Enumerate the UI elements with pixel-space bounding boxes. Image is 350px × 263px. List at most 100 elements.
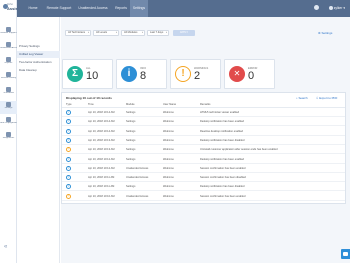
table-row[interactable]: i Apr 10, 2018 10:14 AM Settings Welcome Des… bbox=[62, 118, 345, 127]
cell-user: Welcome bbox=[163, 148, 174, 152]
cell-time: Apr 10, 2018 10:11 AM bbox=[88, 176, 115, 180]
summary-card-all[interactable]: Σ ALL 10 bbox=[62, 59, 113, 89]
tab-remote-support[interactable]: Remote Support bbox=[44, 0, 74, 17]
rail-item-integrations[interactable]: Integrations bbox=[0, 131, 17, 144]
cell-module: Settings bbox=[126, 138, 136, 142]
rail-item-label: Reports bbox=[4, 62, 13, 64]
table-row[interactable]: i Apr 10, 2018 10:11 AM Unattended Access W… bbox=[62, 174, 345, 183]
log-settings-link[interactable]: ⚙ Settings bbox=[318, 31, 332, 35]
chat-support-button[interactable] bbox=[341, 249, 350, 259]
technician-filter[interactable]: All Technicians ▾ bbox=[65, 30, 91, 36]
info-icon: i bbox=[66, 137, 71, 143]
cell-time: Apr 10, 2018 10:14 AM bbox=[88, 120, 115, 124]
user-menu[interactable]: zylker▾ bbox=[328, 6, 345, 11]
table-row[interactable]: ! Apr 10, 2018 10:13 AM Settings Welcome Uni… bbox=[62, 146, 345, 155]
rail-item-label: Settings bbox=[4, 107, 13, 109]
tab-unattended-access[interactable]: Unattended Access bbox=[75, 0, 111, 17]
cell-remark: Desktop notification has been enabled bbox=[200, 157, 244, 161]
rail-item-remote-support[interactable]: Remote Support bbox=[0, 26, 17, 39]
top-navigation: Home Remote Support Unattended Access Re… bbox=[17, 0, 350, 17]
chevron-down-icon: ▾ bbox=[165, 32, 167, 34]
level-filter[interactable]: All Levels ▾ bbox=[93, 30, 119, 36]
column-header-remarks[interactable]: Remarks bbox=[200, 102, 210, 108]
search-label: Search bbox=[298, 96, 308, 100]
summary-card-info[interactable]: i INFO 8 bbox=[116, 59, 167, 89]
cell-time: Apr 10, 2018 10:12 AM bbox=[88, 166, 115, 170]
table-row[interactable]: i Apr 10, 2018 10:11 AM Settings Welcome Des… bbox=[62, 183, 345, 192]
column-header-user-name[interactable]: User Name bbox=[163, 102, 176, 108]
filter-value: All Technicians bbox=[68, 31, 86, 34]
cell-user: Welcome bbox=[163, 120, 174, 124]
user-name: zylker bbox=[333, 6, 343, 10]
tab-home[interactable]: Home bbox=[22, 0, 44, 17]
chat-bubble-icon bbox=[343, 252, 348, 256]
help-icon[interactable] bbox=[314, 5, 319, 10]
column-header-module[interactable]: Module bbox=[126, 102, 135, 108]
table-row[interactable]: i Apr 10, 2018 10:14 AM Settings Welcome Rea… bbox=[62, 128, 345, 136]
warning-icon: ! bbox=[66, 147, 71, 153]
card-value: 10 bbox=[86, 70, 99, 82]
info-icon: i bbox=[66, 110, 71, 115]
cell-module: Settings bbox=[126, 157, 136, 161]
filter-value: All Modules bbox=[124, 31, 138, 34]
table-row[interactable]: i Apr 10, 2018 10:12 AM Settings Welcome Des… bbox=[62, 156, 345, 164]
rail-item-label: Integrations bbox=[2, 137, 15, 139]
cell-time: Apr 10, 2018 10:14 AM bbox=[88, 129, 115, 133]
subnav-item-unified-log-viewer[interactable]: Unified Log Viewer bbox=[17, 51, 60, 58]
cell-user: Welcome bbox=[163, 166, 174, 170]
subnav-item-privacy-settings[interactable]: Privacy Settings bbox=[17, 43, 60, 50]
rail-item-bulk-deployment[interactable]: Bulk Deployment bbox=[0, 116, 17, 129]
subnav-item-data-cleanup[interactable]: Data Cleanup bbox=[17, 67, 60, 74]
subnav-item-two-factor-authentication[interactable]: Two-factor Authentication bbox=[17, 59, 60, 66]
cell-module: Settings bbox=[126, 120, 136, 124]
cell-remark: Desktop notification has been disabled bbox=[200, 138, 245, 142]
cell-module: Settings bbox=[126, 185, 136, 189]
cell-module: Unattended Access bbox=[126, 176, 149, 180]
rail-item-reports[interactable]: Reports bbox=[0, 56, 17, 69]
log-table: Displaying 10 out of 10 records ⌕ Search… bbox=[61, 92, 346, 204]
cell-user: Welcome bbox=[163, 185, 174, 189]
export-label: Export to PDF bbox=[319, 96, 338, 100]
info-icon: i bbox=[66, 165, 71, 171]
settings-subnav: Privacy Settings Unified Log Viewer Two-… bbox=[17, 17, 60, 263]
column-header-type[interactable]: Type bbox=[66, 102, 72, 108]
search-button[interactable]: ⌕ Search bbox=[296, 96, 308, 100]
cell-time: Apr 10, 2018 10:10 AM bbox=[88, 194, 115, 198]
table-row[interactable]: i Apr 10, 2018 10:13 AM Settings Welcome Des… bbox=[62, 137, 345, 145]
avatar bbox=[328, 6, 333, 11]
rail-item-unattended-access[interactable]: Unattended Access bbox=[0, 41, 17, 54]
rail-item-settings[interactable]: Settings bbox=[0, 101, 17, 114]
cell-user: Welcome bbox=[163, 176, 174, 180]
tab-reports[interactable]: Reports bbox=[113, 0, 129, 17]
error-icon: ✕ bbox=[229, 66, 245, 82]
table-row[interactable]: i Apr 10, 2018 10:14 AM Settings Welcome HTM… bbox=[62, 109, 345, 117]
summary-card-error[interactable]: ✕ ERROR 0 bbox=[224, 59, 275, 89]
card-value: 8 bbox=[140, 70, 147, 82]
cell-module: Unattended Access bbox=[126, 166, 149, 170]
cell-time: Apr 10, 2018 10:11 AM bbox=[88, 185, 115, 189]
record-count: Displaying 10 out of 10 records bbox=[66, 96, 112, 100]
cell-remark: Desktop notification has been disabled bbox=[200, 185, 245, 189]
table-row[interactable]: ! Apr 10, 2018 10:10 AM Unattended Access W… bbox=[62, 193, 345, 201]
rail-item-session-history[interactable]: Session History bbox=[0, 71, 17, 84]
chevron-down-icon: ▾ bbox=[343, 6, 345, 10]
apply-button[interactable]: APPLY bbox=[173, 30, 195, 36]
date-range-filter[interactable]: Last 7 days ▾ bbox=[147, 30, 169, 36]
cell-time: Apr 10, 2018 10:14 AM bbox=[88, 111, 115, 114]
collapse-rail-icon[interactable]: « bbox=[4, 244, 7, 250]
left-rail: Zoho Assist Remote Support Unattended Ac… bbox=[0, 0, 19, 263]
cell-remark: Session confirmation has been disabled bbox=[200, 176, 246, 180]
app-window: Zoho Assist Remote Support Unattended Ac… bbox=[0, 0, 350, 263]
tab-settings[interactable]: Settings bbox=[130, 0, 148, 17]
table-row[interactable]: i Apr 10, 2018 10:12 AM Unattended Access W… bbox=[62, 165, 345, 173]
info-icon: i bbox=[66, 175, 71, 181]
cell-time: Apr 10, 2018 10:13 AM bbox=[88, 148, 115, 152]
column-header-time[interactable]: Time bbox=[88, 102, 94, 108]
filter-value: All Levels bbox=[96, 31, 108, 34]
info-icon: i bbox=[66, 128, 71, 134]
export-pdf-button[interactable]: ⇩ Export to PDF bbox=[316, 96, 337, 100]
rail-item-scheduled[interactable]: Scheduled bbox=[0, 86, 17, 99]
module-filter[interactable]: All Modules ▾ bbox=[121, 30, 145, 36]
table-header: Type Time Module User Name Remarks bbox=[62, 102, 345, 108]
summary-card-warnings[interactable]: ! WARNINGS 2 bbox=[170, 59, 221, 89]
